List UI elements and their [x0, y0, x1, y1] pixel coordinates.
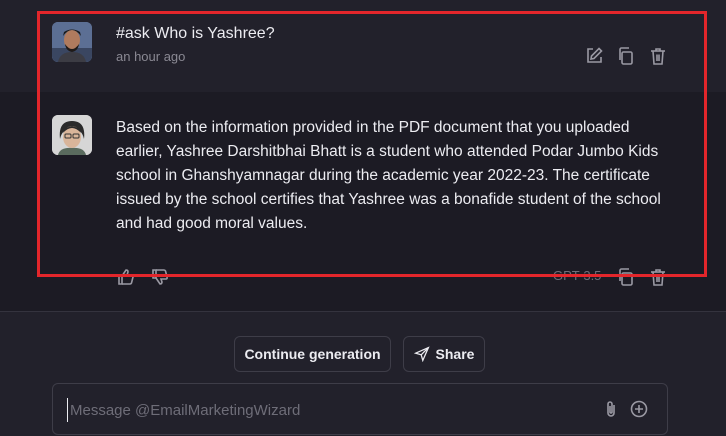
edit-icon[interactable] [584, 46, 604, 66]
thumbs-up-icon[interactable] [116, 267, 136, 287]
user-message: #ask Who is Yashree? an hour ago [0, 0, 726, 93]
share-label: Share [435, 346, 475, 362]
model-badge: GPT-3.5 [553, 268, 602, 283]
chat-page: #ask Who is Yashree? an hour ago Based o… [0, 0, 726, 436]
continue-generation-button[interactable]: Continue generation [234, 336, 391, 372]
share-button[interactable]: Share [403, 336, 485, 372]
message-timestamp: an hour ago [116, 49, 186, 64]
plus-circle-icon[interactable] [629, 399, 649, 419]
assistant-message-text: Based on the information provided in the… [116, 119, 661, 232]
thumbs-down-icon[interactable] [150, 267, 170, 287]
message-composer [52, 383, 668, 435]
delete-icon[interactable] [648, 267, 668, 287]
delete-icon[interactable] [648, 46, 668, 66]
continue-generation-label: Continue generation [244, 346, 381, 362]
send-icon [413, 346, 430, 363]
user-avatar [52, 22, 92, 62]
user-message-text: #ask Who is Yashree? [116, 25, 275, 42]
copy-icon[interactable] [616, 267, 636, 287]
assistant-avatar [52, 115, 92, 155]
message-input[interactable] [67, 398, 592, 422]
copy-icon[interactable] [616, 46, 636, 66]
paperclip-icon[interactable] [601, 399, 621, 419]
